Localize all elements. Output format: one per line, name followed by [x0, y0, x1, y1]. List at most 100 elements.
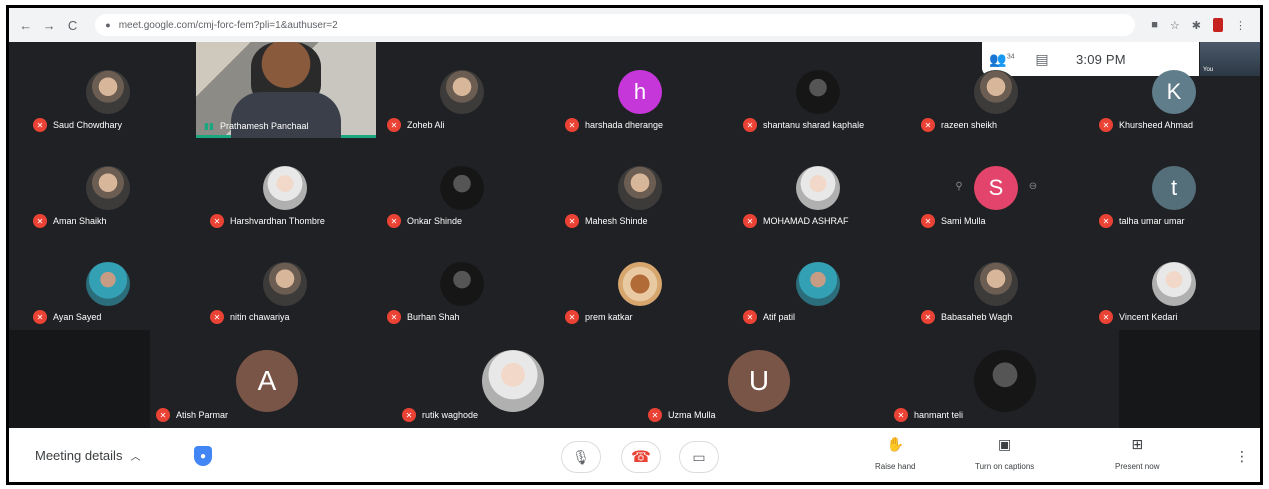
participant-name: talha umar umar: [1119, 216, 1185, 226]
mic-off-icon: ✕: [743, 118, 757, 132]
participant-name: Atish Parmar: [176, 410, 229, 420]
participant-tile[interactable]: ✕ Ayan Sayed: [19, 234, 199, 330]
presenter-tile[interactable]: ▮▮ Prathamesh Panchaal: [196, 42, 376, 138]
participant-tile[interactable]: ✕ prem katkar: [551, 234, 731, 330]
present-now-button[interactable]: ⊞ Present now: [1115, 436, 1159, 474]
participant-name-row: ✕ talha umar umar: [1099, 214, 1185, 228]
star-icon[interactable]: ☆: [1170, 19, 1180, 32]
participant-tile[interactable]: ✕ Babasaheb Wagh: [907, 234, 1087, 330]
mic-off-icon: ✕: [1099, 310, 1113, 324]
participant-name: Burhan Shah: [407, 312, 460, 322]
meeting-details-label: Meeting details: [35, 448, 123, 463]
camera-button[interactable]: ▭: [679, 441, 719, 473]
participant-name: harshada dherange: [585, 120, 664, 130]
presenter-video-body: [231, 92, 341, 138]
participant-name: shantanu sharad kaphale: [763, 120, 865, 130]
address-bar[interactable]: ● meet.google.com/cmj-forc-fem?pli=1&aut…: [95, 14, 1136, 36]
participant-name-row: ✕ Saud Chowdhary: [33, 118, 122, 132]
back-button[interactable]: ←: [17, 15, 34, 35]
raise-hand-label: Raise hand: [875, 462, 916, 471]
participant-name: Ayan Sayed: [53, 312, 102, 322]
participant-tile[interactable]: ✕ Harshvardhan Thombre: [196, 138, 376, 234]
participant-name-row: ✕ Zoheb Ali: [387, 118, 445, 132]
participant-name: Harshvardhan Thombre: [230, 216, 325, 226]
avatar-photo: [796, 70, 840, 114]
participant-tile[interactable]: K ✕ Khursheed Ahmad: [1085, 42, 1260, 138]
participant-tile[interactable]: ✕ Mahesh Shinde: [551, 138, 731, 234]
profile-icon[interactable]: [1213, 18, 1224, 32]
participant-tile[interactable]: U ✕ Uzma Mulla: [642, 330, 886, 428]
mic-off-icon: ✕: [894, 408, 908, 422]
participant-tile[interactable]: h ✕ harshada dherange: [551, 42, 731, 138]
avatar-photo: [796, 262, 840, 306]
captions-icon: ▣: [998, 436, 1012, 452]
forward-button[interactable]: →: [40, 15, 57, 35]
video-cam-icon[interactable]: ■: [1151, 19, 1158, 31]
participant-name: hanmant teli: [914, 410, 964, 420]
participant-tile[interactable]: A ✕ Atish Parmar: [150, 330, 394, 428]
extensions-icon[interactable]: ✱: [1192, 19, 1201, 32]
participant-name: Vincent Kedari: [1119, 312, 1178, 322]
end-call-icon: ☎: [631, 449, 651, 466]
participant-name-row: ✕ Babasaheb Wagh: [921, 310, 1012, 324]
participant-tile[interactable]: ✕ Vincent Kedari: [1085, 234, 1260, 330]
participant-tile[interactable]: ✕ razeen sheikh: [907, 42, 1087, 138]
participant-name-row: ✕ prem katkar: [565, 310, 633, 324]
participant-name-row: ✕ Sami Mulla: [921, 214, 986, 228]
participant-name-row: ✕ Aman Shaikh: [33, 214, 107, 228]
participant-tile[interactable]: ✕ rutik waghode: [396, 330, 640, 428]
participant-tile[interactable]: ✕ MOHAMAD ASHRAF: [729, 138, 909, 234]
mic-off-icon: ✕: [565, 214, 579, 228]
captions-button[interactable]: ▣ Turn on captions: [975, 436, 1034, 474]
mic-off-icon: ✕: [565, 118, 579, 132]
raise-hand-button[interactable]: ✋ Raise hand: [875, 436, 915, 474]
participant-name-row: ✕ Mahesh Shinde: [565, 214, 648, 228]
browser-actions: ■ ☆ ✱ ⋮: [1145, 18, 1252, 32]
host-controls-icon[interactable]: ●: [194, 446, 212, 466]
more-options-button[interactable]: ⋮: [1235, 448, 1249, 465]
participant-name: Prathamesh Panchaal: [220, 121, 309, 131]
participant-tile[interactable]: t ✕ talha umar umar: [1085, 138, 1260, 234]
mic-off-icon: ✕: [387, 118, 401, 132]
present-now-label: Present now: [1115, 462, 1160, 471]
avatar-initial: h: [618, 70, 662, 114]
participant-name-row: ✕ Uzma Mulla: [648, 408, 716, 422]
participant-name: Onkar Shinde: [407, 216, 463, 226]
empty-tile-left: [9, 330, 150, 428]
participant-tile[interactable]: ✕ nitin chawariya: [196, 234, 376, 330]
participant-tile[interactable]: ✕ Zoheb Ali: [373, 42, 553, 138]
remove-icon[interactable]: ⊖: [1025, 178, 1041, 194]
participant-name-row: ✕ shantanu sharad kaphale: [743, 118, 864, 132]
participant-name: Babasaheb Wagh: [941, 312, 1013, 322]
avatar-photo: [440, 262, 484, 306]
participant-tile[interactable]: ✕ Onkar Shinde: [373, 138, 553, 234]
participant-name-row: ✕ Harshvardhan Thombre: [210, 214, 325, 228]
participant-name-row: ✕ Onkar Shinde: [387, 214, 462, 228]
leave-call-button[interactable]: ☎: [621, 441, 661, 473]
participant-tile[interactable]: ✕ Aman Shaikh: [19, 138, 199, 234]
participant-name: prem katkar: [585, 312, 633, 322]
mic-off-icon: ✕: [1099, 118, 1113, 132]
participant-tile[interactable]: ✕ hanmant teli: [888, 330, 1132, 428]
pin-icon[interactable]: ⚲: [951, 178, 967, 194]
avatar-photo: [482, 350, 544, 412]
participant-name-row: ✕ nitin chawariya: [210, 310, 290, 324]
mic-off-icon: ✕: [387, 214, 401, 228]
participant-tile[interactable]: ✕ shantanu sharad kaphale: [729, 42, 909, 138]
avatar-photo: [86, 262, 130, 306]
reload-button[interactable]: C: [64, 15, 81, 35]
participant-name-row: ✕ MOHAMAD ASHRAF: [743, 214, 849, 228]
menu-icon[interactable]: ⋮: [1235, 19, 1246, 32]
mic-off-icon: ✕: [648, 408, 662, 422]
participant-name-row: ✕ Atish Parmar: [156, 408, 228, 422]
microphone-button[interactable]: 🎙: [561, 441, 601, 473]
participant-tile[interactable]: S ✕ Sami Mulla ⚲ ⊖: [907, 138, 1087, 234]
avatar-initial: A: [236, 350, 298, 412]
participant-name-row: ✕ Burhan Shah: [387, 310, 460, 324]
avatar-photo: [618, 166, 662, 210]
meeting-details-button[interactable]: Meeting details ︿: [35, 448, 140, 463]
participant-tile[interactable]: ✕ Saud Chowdhary: [19, 42, 199, 138]
participant-tile[interactable]: ✕ Burhan Shah: [373, 234, 553, 330]
meet-window: ← → C ● meet.google.com/cmj-forc-fem?pli…: [6, 5, 1263, 485]
participant-tile[interactable]: ✕ Atif patil: [729, 234, 909, 330]
